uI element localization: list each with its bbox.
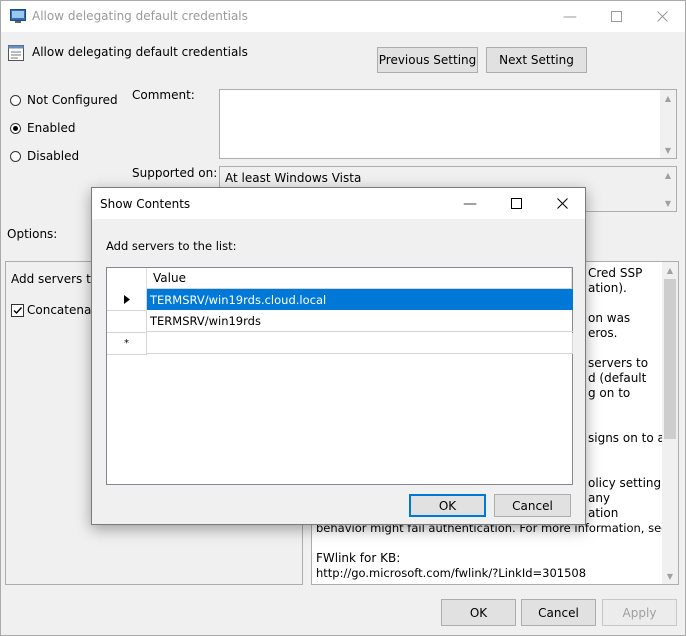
table-cell-empty[interactable] [147,333,573,354]
scroll-down-icon[interactable]: ▼ [662,568,678,584]
ok-button[interactable]: OK [441,599,516,626]
apply-button[interactable]: Apply [602,599,677,626]
app-icon [10,9,26,23]
supported-on-label: Supported on: [132,166,218,180]
scroll-up-icon[interactable]: ▲ [660,167,676,183]
show-contents-dialog: Show Contents — Add servers to the list:… [91,187,586,525]
table-cell-value[interactable]: TERMSRV/win19rds [147,311,573,332]
previous-setting-button[interactable]: Previous Setting [377,47,478,73]
help-text-line: eros. [588,326,618,340]
window-title: Allow delegating default credentials [32,9,248,23]
grid-header: Value [107,268,572,290]
radio-enabled[interactable]: Enabled [10,121,76,135]
new-row[interactable]: * [107,333,573,355]
comment-label: Comment: [132,88,195,102]
supported-on-value: At least Windows Vista [225,171,362,185]
maximize-icon[interactable] [593,1,639,32]
minimize-icon[interactable]: — [447,188,493,219]
radio-button[interactable] [10,94,21,106]
concatenate-checkbox[interactable] [11,304,24,317]
comment-scrollbar[interactable]: ▲ ▼ [660,90,676,158]
help-text-line: any [588,491,611,505]
table-cell-value[interactable]: TERMSRV/win19rds.cloud.local [147,289,573,310]
help-text-line: Cred SSP [588,266,643,280]
radio-label: Not Configured [27,93,118,107]
title-bar: Allow delegating default credentials — [1,1,685,32]
setting-name: Allow delegating default credentials [32,45,248,59]
scroll-up-icon[interactable]: ▲ [662,262,678,278]
row-header [107,311,147,333]
scroll-thumb[interactable] [664,279,676,439]
radio-not-configured[interactable]: Not Configured [10,93,118,107]
help-scrollbar[interactable]: ▲ ▼ [662,262,678,584]
row-header-corner [107,268,147,290]
dialog-title-bar: Show Contents — [92,188,585,219]
table-row[interactable]: TERMSRV/win19rds [107,311,573,333]
help-text-line: signs on to a [588,431,662,445]
supported-on-scrollbar[interactable]: ▲ ▼ [660,167,676,211]
minimize-icon[interactable]: — [547,1,593,32]
help-text-line: ation [588,506,619,520]
scroll-down-icon[interactable]: ▼ [660,195,676,211]
scroll-up-icon[interactable]: ▲ [660,90,676,106]
scroll-down-icon[interactable]: ▼ [660,142,676,158]
close-icon[interactable] [539,188,585,219]
help-kb-link[interactable]: http://go.microsoft.com/fwlink/?LinkId=3… [316,566,586,580]
help-text-line: ation). [588,281,627,295]
radio-button[interactable] [10,150,21,162]
help-text-line: g on to [588,386,631,400]
options-label: Options: [7,227,58,241]
table-row[interactable]: TERMSRV/win19rds.cloud.local [107,289,573,311]
values-grid: Value TERMSRV/win19rds.cloud.local TERMS… [106,267,573,485]
radio-label: Enabled [27,121,76,135]
radio-disabled[interactable]: Disabled [10,149,79,163]
comment-input[interactable]: ▲ ▼ [219,89,677,159]
new-row-asterisk-icon: * [107,333,147,355]
maximize-icon[interactable] [493,188,539,219]
setting-icon [8,45,24,61]
help-text-line: FWlink for KB: [316,551,401,565]
close-icon[interactable] [639,1,685,32]
help-text-line: d (default [588,371,647,385]
radio-button-selected[interactable] [10,122,21,134]
dialog-instruction: Add servers to the list: [106,239,237,253]
current-row-marker-icon [107,289,147,311]
help-text-line: on was [588,311,631,325]
radio-label: Disabled [27,149,80,163]
dialog-title: Show Contents [100,197,191,211]
help-text-line: olicy setting, [588,476,662,490]
dialog-cancel-button[interactable]: Cancel [494,494,571,517]
next-setting-button[interactable]: Next Setting [486,47,587,73]
help-text-line: servers to [588,356,649,370]
dialog-ok-button[interactable]: OK [409,494,486,517]
cancel-button[interactable]: Cancel [521,599,596,626]
column-header-value[interactable]: Value [147,268,572,289]
